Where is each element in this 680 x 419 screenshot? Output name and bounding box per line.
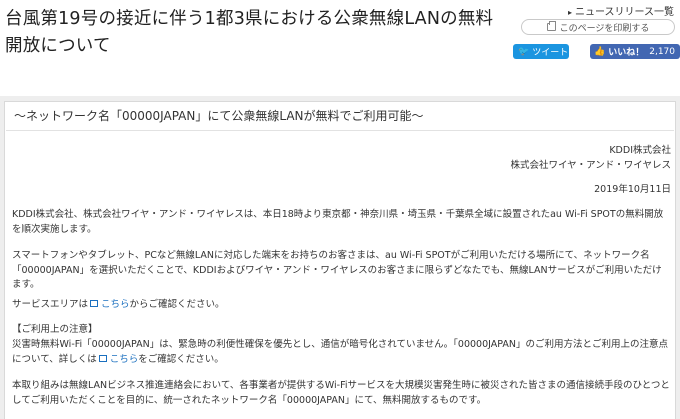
notice-details-link[interactable]: こちら: [110, 354, 139, 365]
paragraph-intro: KDDI株式会社、株式会社ワイヤ・アンド・ワイヤレスは、本日18時より東京都・神…: [12, 209, 664, 235]
print-page-button[interactable]: このページを印刷する: [521, 19, 675, 35]
external-link-icon: [98, 354, 107, 362]
news-release-list-label: ニュースリリース一覧: [575, 7, 674, 18]
company-name-kddi: KDDI株式会社: [609, 145, 671, 156]
external-link-icon: [90, 300, 99, 307]
tweet-button[interactable]: 🐦 ツイート: [513, 44, 569, 59]
twitter-bird-icon: 🐦: [518, 46, 530, 57]
article-subtitle: ～ネットワーク名「00000JAPAN」にて公衆無線LANが無料でご利用可能～: [14, 109, 424, 123]
page-title: 台風第19号の接近に伴う1都3県における公衆無線LANの無料開放について: [5, 9, 494, 56]
notice-suffix: をご確認ください。: [138, 353, 224, 365]
print-page-label: このページを印刷する: [559, 23, 650, 34]
printer-icon: [546, 21, 556, 31]
service-area-prefix: サービスエリアは: [12, 299, 89, 310]
like-count: 2,170: [649, 46, 675, 57]
like-label: いいね！: [608, 48, 645, 58]
notice-heading: 【ご利用上の注意】: [12, 324, 98, 335]
company-name-wire-and-wireless: 株式会社ワイヤ・アンド・ワイヤレス: [510, 160, 671, 171]
chevron-right-icon: ▸: [567, 8, 572, 17]
page-header: 台風第19号の接近に伴う1都3県における公衆無線LANの無料開放について ▸ ニュ…: [0, 0, 680, 96]
paragraph-service-area: サービスエリアは こちらからご確認ください。: [12, 298, 670, 313]
thumbs-up-icon: 👍: [594, 46, 606, 57]
service-area-suffix: からご確認ください。: [129, 299, 225, 310]
tweet-label: ツイート: [532, 48, 569, 58]
paragraph-initiative: 本取り組みは無線LANビジネス推進連絡会において、各事業者が提供するWi-Fiサ…: [12, 380, 670, 406]
news-release-list-link[interactable]: ▸ ニュースリリース一覧: [568, 3, 674, 18]
service-area-link[interactable]: こちら: [101, 299, 130, 310]
subtitle-divider: [6, 130, 674, 131]
release-date: 2019年10月11日: [594, 184, 671, 195]
paragraph-how-to-use: スマートフォンやタブレット、PCなど無線LANに対応した端末をお持ちのお客さまは…: [12, 250, 662, 290]
paragraph-notice: 災害時無料Wi-Fi「00000JAPAN」は、緊急時の利便性確保を優先とし、通…: [12, 338, 670, 367]
facebook-like-button[interactable]: 👍 いいね！ 2,170: [590, 44, 680, 59]
article-panel: ～ネットワーク名「00000JAPAN」にて公衆無線LANが無料でご利用可能～ …: [4, 101, 676, 419]
